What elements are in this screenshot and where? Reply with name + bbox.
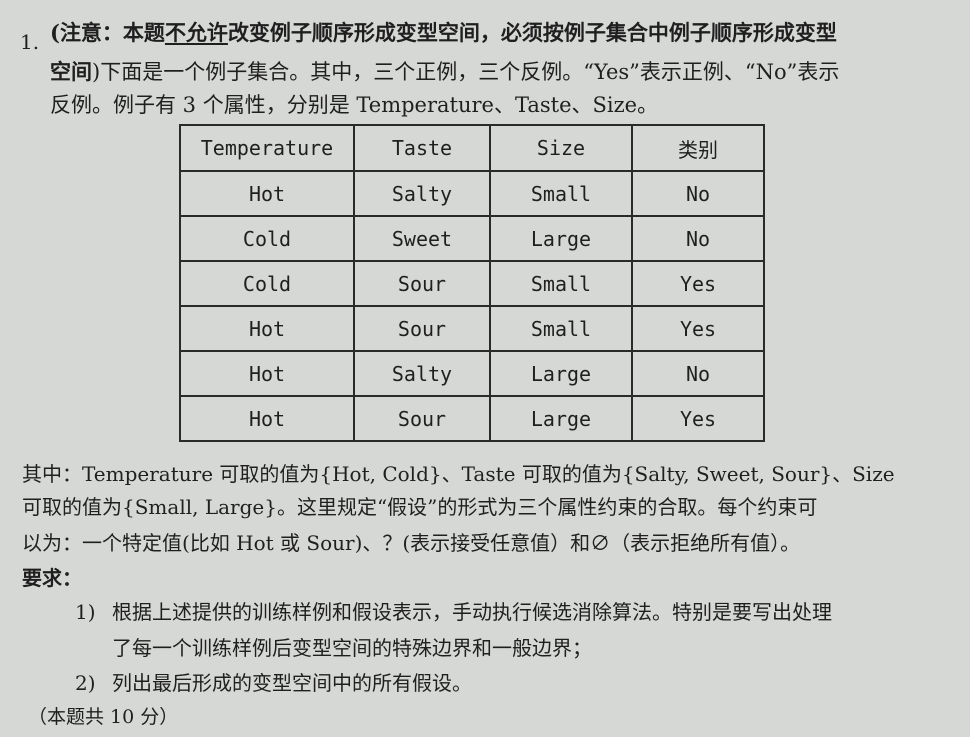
note-rest: 改变例子顺序形成变型空间，必须按例子集合中例子顺序形成变型 <box>227 20 837 45</box>
table-header-row: Temperature Taste Size 类别 <box>179 124 765 172</box>
table-cell: Hot <box>179 170 355 217</box>
note-prefix: 注意：本题 <box>59 20 165 45</box>
table-cell: Salty <box>353 170 491 217</box>
table-cell: Yes <box>631 395 765 442</box>
requirement-1-number: 1) <box>75 600 96 624</box>
table-row: Hot Sour Large Yes <box>179 395 765 442</box>
domain-line-2: 可取的值为{Small, Large}。这里规定“假设”的形式为三个属性约束的合… <box>22 495 818 519</box>
examples-table: Temperature Taste Size 类别 Hot Salty Smal… <box>179 124 765 442</box>
note-open: ( <box>50 20 60 45</box>
header-class: 类别 <box>631 124 765 172</box>
line2-rest: )下面是一个例子集合。其中，三个正例，三个反例。“Yes”表示正例、“No”表示 <box>92 60 840 84</box>
exam-page: 1. (注意：本题不允许改变例子顺序形成变型空间，必须按例子集合中例子顺序形成变… <box>0 0 970 737</box>
table-cell: Large <box>489 350 633 397</box>
table-cell: Small <box>489 305 633 352</box>
requirement-1-line-2: 了每一个训练样例后变型空间的特殊边界和一般边界； <box>112 636 592 660</box>
domain-line-3: 以为：一个特定值(比如 Hot 或 Sour)、？(表示接受任意值）和∅（表示拒… <box>22 531 801 555</box>
table-cell: Hot <box>179 305 355 352</box>
table-cell: Cold <box>179 260 355 307</box>
table-cell: No <box>631 170 765 217</box>
table-cell: No <box>631 350 765 397</box>
note-underlined: 不允许 <box>164 20 228 45</box>
header-size: Size <box>489 124 633 172</box>
note-line2: 空间 <box>50 59 92 84</box>
header-temperature: Temperature <box>179 124 355 172</box>
domain-line-1: 其中：Temperature 可取的值为{Hot, Cold}、Taste 可取… <box>22 462 895 486</box>
question-line-3: 反例。例子有 3 个属性，分别是 Temperature、Taste、Size。 <box>50 93 659 117</box>
table-cell: Sour <box>353 305 491 352</box>
question-line-1: (注意：本题不允许改变例子顺序形成变型空间，必须按例子集合中例子顺序形成变型 <box>50 18 837 48</box>
table-cell: Cold <box>179 215 355 262</box>
table-row: Cold Sour Small Yes <box>179 260 765 307</box>
table-cell: Salty <box>353 350 491 397</box>
table-cell: No <box>631 215 765 262</box>
table-cell: Small <box>489 170 633 217</box>
table-cell: Small <box>489 260 633 307</box>
table-cell: Sweet <box>353 215 491 262</box>
table-row: Hot Salty Large No <box>179 350 765 397</box>
requirement-2-number: 2) <box>75 671 96 695</box>
table-row: Hot Salty Small No <box>179 170 765 217</box>
requirement-2-line-1: 列出最后形成的变型空间中的所有假设。 <box>112 671 472 695</box>
requirement-1-line-1: 根据上述提供的训练样例和假设表示，手动执行候选消除算法。特别是要写出处理 <box>112 600 832 624</box>
question-number: 1. <box>20 30 40 54</box>
table-cell: Yes <box>631 260 765 307</box>
table-cell: Large <box>489 215 633 262</box>
table-cell: Large <box>489 395 633 442</box>
table-row: Cold Sweet Large No <box>179 215 765 262</box>
table-cell: Sour <box>353 395 491 442</box>
table-cell: Yes <box>631 305 765 352</box>
table-cell: Hot <box>179 350 355 397</box>
header-taste: Taste <box>353 124 491 172</box>
requirements-title: 要求： <box>22 566 82 590</box>
score-note: （本题共 10 分） <box>28 706 179 728</box>
table-cell: Hot <box>179 395 355 442</box>
table-row: Hot Sour Small Yes <box>179 305 765 352</box>
table-cell: Sour <box>353 260 491 307</box>
question-line-2: 空间)下面是一个例子集合。其中，三个正例，三个反例。“Yes”表示正例、“No”… <box>50 57 839 87</box>
